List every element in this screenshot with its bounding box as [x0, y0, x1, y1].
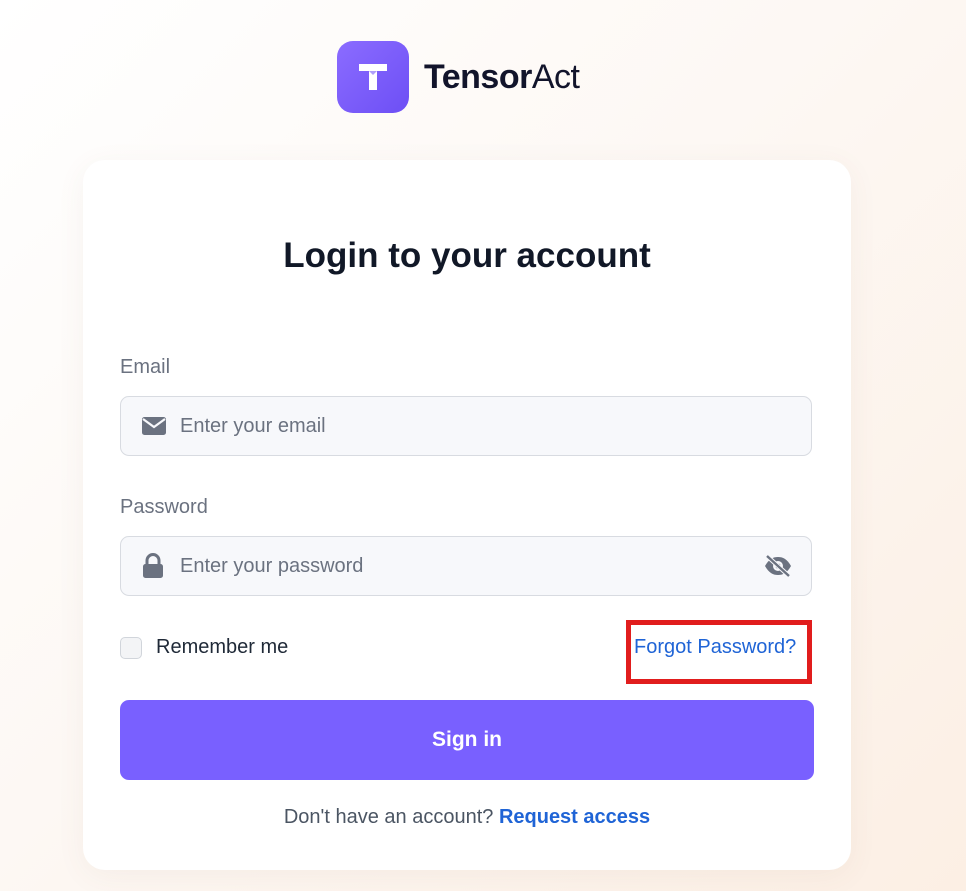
brand-name-light: Act — [531, 57, 580, 96]
request-access-footer: Don't have an account? Request access — [83, 806, 851, 829]
remember-me-label[interactable]: Remember me — [156, 636, 288, 659]
remember-me[interactable]: Remember me — [120, 636, 288, 659]
tensoract-logo-icon — [337, 41, 409, 113]
request-access-link[interactable]: Request access — [499, 806, 650, 828]
email-label: Email — [120, 356, 171, 378]
password-input[interactable] — [180, 537, 740, 595]
page-title: Login to your account — [283, 236, 651, 275]
footer-text: Don't have an account? — [283, 806, 499, 828]
t-letter-icon — [359, 64, 387, 90]
login-card: Login to your account Email Password — [83, 160, 851, 870]
password-label: Password — [120, 496, 208, 518]
email-input[interactable] — [180, 397, 740, 455]
brand-name-bold: Tensor — [424, 57, 532, 96]
password-field-container — [120, 536, 812, 596]
email-field-container — [120, 396, 812, 456]
sign-in-button[interactable]: Sign in — [120, 700, 814, 780]
lock-icon — [141, 553, 165, 579]
remember-me-checkbox[interactable] — [120, 636, 142, 659]
brand-logo: TensorAct — [337, 41, 580, 113]
eye-slash-icon[interactable] — [763, 554, 793, 578]
forgot-password-link[interactable]: Forgot Password? — [634, 636, 796, 659]
brand-name: TensorAct — [424, 57, 580, 97]
envelope-icon — [141, 416, 167, 436]
